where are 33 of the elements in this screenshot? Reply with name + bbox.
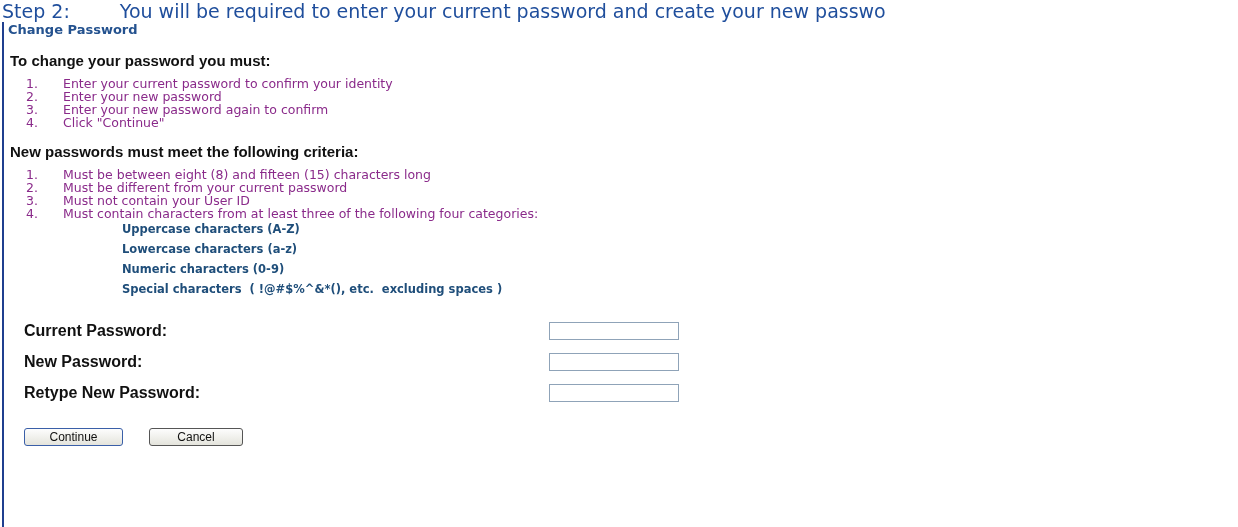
step-description: You will be required to enter your current password and create your new passwo: [119, 0, 886, 22]
password-field[interactable]: [549, 322, 679, 340]
category-text: Lowercase characters (a-z): [122, 242, 299, 256]
continue-button[interactable]: Continue: [24, 428, 123, 446]
password-field[interactable]: [549, 353, 679, 371]
category-text: Numeric characters (0-9): [122, 262, 286, 276]
instruction-text: Enter your new password again to confirm: [63, 103, 329, 116]
instruction-text: Enter your current password to confirm your identity: [63, 77, 393, 90]
panel-title: Change Password: [8, 22, 139, 38]
list-number: 2.: [26, 90, 39, 103]
list-number: 4.: [26, 207, 39, 220]
section-heading: New passwords must meet the following criteria:: [10, 143, 360, 160]
list-number: 1.: [26, 77, 39, 90]
instruction-text: Click "Continue": [63, 116, 165, 129]
list-number: 4.: [26, 116, 39, 129]
category-text: Special characters ( !@#$%^&*(), etc. excluding spaces ): [122, 282, 504, 296]
list-number: 1.: [26, 168, 39, 181]
category-text: Uppercase characters (A-Z): [122, 222, 301, 236]
step-label: Step 2:: [2, 0, 70, 22]
list-number: 2.: [26, 181, 39, 194]
cancel-button[interactable]: Cancel: [149, 428, 243, 446]
field-label: Current Password:: [24, 322, 169, 340]
password-field[interactable]: [549, 384, 679, 402]
field-label: New Password:: [24, 353, 144, 371]
field-label: Retype New Password:: [24, 384, 202, 402]
list-number: 3.: [26, 103, 39, 116]
section-heading: To change your password you must:: [10, 52, 272, 69]
criteria-text: Must be different from your current password: [63, 181, 348, 194]
criteria-text: Must not contain your User ID: [63, 194, 250, 207]
list-number: 3.: [26, 194, 39, 207]
criteria-text: Must be between eight (8) and fifteen (15) characters long: [63, 168, 431, 181]
criteria-text: Must contain characters from at least three of the following four categories:: [63, 207, 539, 220]
instruction-text: Enter your new password: [63, 90, 222, 103]
